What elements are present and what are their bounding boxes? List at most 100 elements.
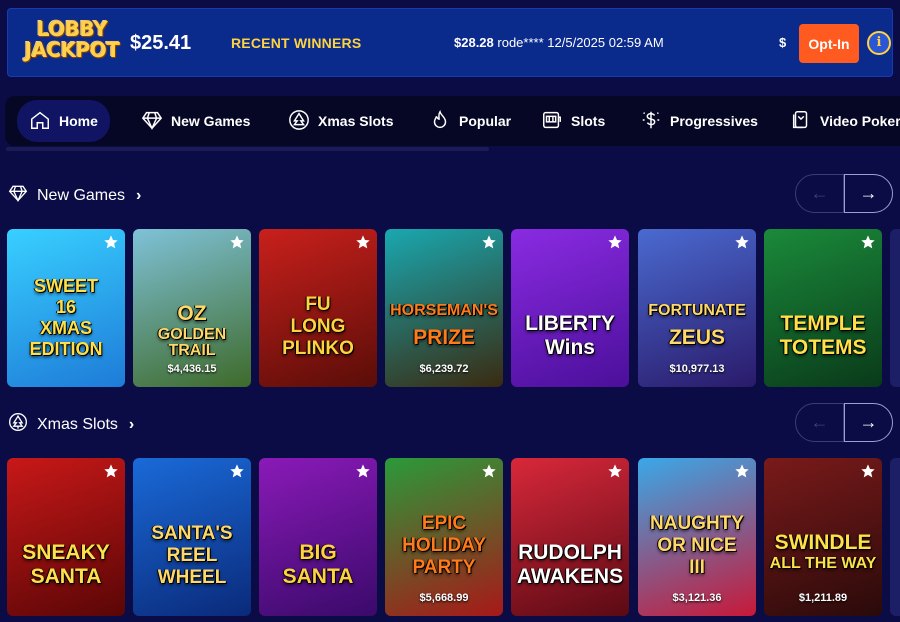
nav-item-home[interactable]: Home bbox=[17, 100, 110, 142]
game-title-line: OR NICE bbox=[657, 535, 737, 556]
favorite-star-icon[interactable] bbox=[355, 234, 371, 250]
section-header-new-games[interactable]: New Games › bbox=[8, 183, 141, 208]
game-title-line: HOLIDAY bbox=[402, 535, 486, 556]
nav-item-video-poker[interactable]: Video Poker bbox=[778, 100, 900, 142]
jackpot-amount: $6,239.72 bbox=[419, 363, 469, 375]
section-title: New Games bbox=[37, 186, 126, 204]
game-tile[interactable]: BIG SANTA bbox=[259, 458, 377, 616]
balance-amount: $25.41 bbox=[130, 32, 192, 54]
jackpot-amount: $5,668.99 bbox=[419, 592, 469, 604]
nav-item-xmas-slots[interactable]: Xmas Slots bbox=[276, 100, 405, 142]
game-title-line: XMAS bbox=[39, 318, 92, 338]
nav-item-popular[interactable]: Popular bbox=[417, 100, 523, 142]
game-title-line: SANTA bbox=[30, 565, 102, 588]
game-row-new-games: SWEET 16 XMAS EDITION OZ GOLDEN TRAIL $4,436.1… bbox=[7, 229, 900, 387]
section-header-xmas-slots[interactable]: Xmas Slots › bbox=[8, 412, 134, 437]
diamond-icon bbox=[8, 183, 28, 208]
game-title-line: SWINDLE bbox=[774, 531, 872, 554]
game-tile[interactable]: FU LONG PLINKO bbox=[259, 229, 377, 387]
ticker-amount: $28.28 bbox=[454, 35, 494, 50]
carousel-prev-button[interactable]: ← bbox=[795, 174, 844, 213]
game-tile[interactable]: FORTUNATE ZEUS $10,977.13 bbox=[638, 229, 756, 387]
game-title-line: AWAKENS bbox=[516, 565, 624, 588]
game-tile[interactable]: NAUGHTY OR NICE III $3,121.36 bbox=[638, 458, 756, 616]
favorite-star-icon[interactable] bbox=[607, 463, 623, 479]
game-title-line: SWEET bbox=[33, 276, 98, 296]
game-title-line: BIG bbox=[299, 541, 337, 564]
game-title-line: TEMPLE bbox=[780, 312, 866, 335]
nav-item-slots[interactable]: Slots bbox=[529, 100, 617, 142]
game-title-line: LIBERTY bbox=[525, 312, 615, 335]
nav-item-label: Xmas Slots bbox=[318, 113, 394, 129]
nav-item-label: Video Poker bbox=[820, 113, 900, 129]
game-title-line: LONG bbox=[290, 316, 346, 337]
nav-item-new-games[interactable]: New Games bbox=[129, 100, 262, 142]
carousel-arrows: ← → bbox=[795, 174, 893, 213]
lobby-jackpot-logo[interactable]: LOBBY JACKPOT bbox=[16, 15, 128, 73]
nav-item-label: Progressives bbox=[670, 113, 758, 129]
game-tile[interactable]: OZ GOLDEN TRAIL $4,436.15 bbox=[133, 229, 251, 387]
game-title-line: 16 bbox=[55, 297, 77, 317]
game-title-line: EDITION bbox=[29, 339, 103, 359]
game-tile[interactable]: SANTA'S REEL WHEEL bbox=[133, 458, 251, 616]
game-tile[interactable]: TEMPLE TOTEMS bbox=[764, 229, 882, 387]
favorite-star-icon[interactable] bbox=[103, 463, 119, 479]
game-tile[interactable]: SWEET 16 XMAS EDITION bbox=[7, 229, 125, 387]
home-icon bbox=[29, 109, 51, 134]
game-title-line: SANTA'S bbox=[151, 523, 233, 544]
winner-ticker-entry: $28.28 rode**** 12/5/2025 02:59 AM bbox=[454, 35, 664, 50]
top-banner: LOBBY JACKPOT $25.41 RECENT WINNERS $28.… bbox=[7, 8, 893, 77]
carousel-next-button[interactable]: → bbox=[844, 403, 893, 442]
category-nav: Home New Games Xmas Slots Popular Slots Progr… bbox=[5, 96, 900, 146]
favorite-star-icon[interactable] bbox=[229, 463, 245, 479]
favorite-star-icon[interactable] bbox=[481, 234, 497, 250]
favorite-star-icon[interactable] bbox=[860, 463, 876, 479]
carousel-next-button[interactable]: → bbox=[844, 174, 893, 213]
flame-icon bbox=[429, 109, 451, 134]
game-title-line: OZ bbox=[177, 302, 207, 325]
nav-item-progressives[interactable]: Progressives bbox=[628, 100, 770, 142]
game-title-line: WHEEL bbox=[157, 567, 227, 588]
nav-item-label: Home bbox=[59, 113, 98, 129]
chevron-right-icon: › bbox=[128, 415, 135, 433]
dollar-sparkle-icon bbox=[640, 109, 662, 134]
favorite-star-icon[interactable] bbox=[860, 234, 876, 250]
favorite-star-icon[interactable] bbox=[734, 463, 750, 479]
recent-winners-label: RECENT WINNERS bbox=[231, 35, 362, 51]
game-tile[interactable]: EPIC HOLIDAY PARTY $5,668.99 bbox=[385, 458, 503, 616]
favorite-star-icon[interactable] bbox=[229, 234, 245, 250]
game-tile[interactable]: SNEAKY SANTA bbox=[7, 458, 125, 616]
game-title-line: PLINKO bbox=[282, 338, 354, 359]
section-title: Xmas Slots bbox=[37, 415, 118, 433]
favorite-star-icon[interactable] bbox=[355, 463, 371, 479]
xmas-tree-icon bbox=[8, 412, 28, 437]
chevron-right-icon: › bbox=[136, 186, 142, 204]
nav-scrollbar[interactable] bbox=[6, 147, 489, 151]
game-title-line: GOLDEN TRAIL bbox=[157, 326, 227, 359]
jackpot-amount: $10,977.13 bbox=[669, 363, 725, 375]
ticker-datetime: 12/5/2025 02:59 AM bbox=[547, 35, 664, 50]
game-title-line: SNEAKY bbox=[22, 541, 110, 564]
game-tile-partial[interactable] bbox=[890, 458, 900, 616]
game-tile[interactable]: LIBERTY Wins bbox=[511, 229, 629, 387]
favorite-star-icon[interactable] bbox=[481, 463, 497, 479]
jackpot-amount: $4,436.15 bbox=[167, 363, 217, 375]
favorite-star-icon[interactable] bbox=[607, 234, 623, 250]
nav-item-label: Popular bbox=[459, 113, 512, 129]
game-tile[interactable]: RUDOLPH AWAKENS bbox=[511, 458, 629, 616]
nav-item-label: Slots bbox=[571, 113, 606, 129]
opt-in-button[interactable]: Opt-In bbox=[799, 24, 859, 63]
cards-icon bbox=[790, 109, 812, 134]
game-title-line: ALL THE WAY bbox=[769, 555, 877, 572]
carousel-prev-button[interactable]: ← bbox=[795, 403, 844, 442]
info-icon[interactable]: i bbox=[867, 31, 891, 55]
game-tile-partial[interactable] bbox=[890, 229, 900, 387]
game-title-line: HORSEMAN'S bbox=[390, 302, 498, 319]
favorite-star-icon[interactable] bbox=[103, 234, 119, 250]
game-tile[interactable]: SWINDLE ALL THE WAY $1,211.89 bbox=[764, 458, 882, 616]
game-tile[interactable]: HORSEMAN'S PRIZE $6,239.72 bbox=[385, 229, 503, 387]
game-title-line: FU bbox=[305, 294, 331, 315]
game-title-line: PRIZE bbox=[413, 326, 475, 349]
game-title-line: EPIC bbox=[421, 513, 467, 534]
favorite-star-icon[interactable] bbox=[734, 234, 750, 250]
